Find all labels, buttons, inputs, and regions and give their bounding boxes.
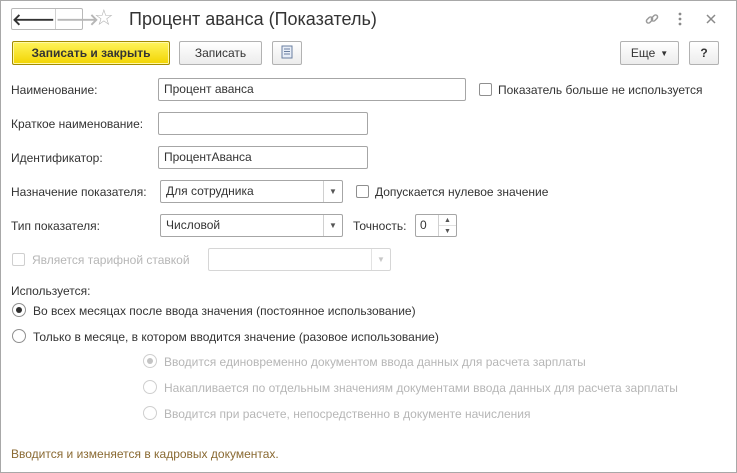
chevron-up-icon[interactable]: ▲ [439, 215, 456, 226]
unused-checkbox-label: Показатель больше не используется [498, 83, 703, 97]
input-once-radio[interactable] [143, 354, 157, 368]
type-value: Числовой [166, 218, 221, 232]
help-button[interactable]: ? [689, 41, 719, 65]
short-name-label: Краткое наименование: [11, 117, 144, 131]
more-menu-button[interactable]: Еще ▼ [620, 41, 679, 65]
precision-stepper[interactable]: 0 ▲ ▼ [415, 214, 457, 237]
usage-onetime-label: Только в месяце, в котором вводится знач… [33, 330, 439, 344]
footer-note: Вводится и изменяется в кадровых докумен… [11, 447, 279, 461]
input-once-label: Вводится единовременно документом ввода … [164, 355, 586, 369]
document-list-icon [281, 45, 293, 62]
precision-value: 0 [420, 218, 427, 232]
tariff-rate-checkbox[interactable] [12, 253, 25, 266]
type-label: Тип показателя: [11, 219, 100, 233]
more-menu-label: Еще [630, 46, 656, 60]
chevron-down-icon[interactable]: ▼ [371, 249, 390, 270]
zero-allowed-checkbox[interactable] [356, 185, 369, 198]
forward-arrow-icon[interactable]: 🡒 [56, 9, 99, 29]
usage-onetime-radio[interactable] [12, 329, 26, 343]
back-arrow-icon[interactable]: 🡐 [12, 9, 56, 29]
save-button[interactable]: Записать [179, 41, 262, 65]
link-icon[interactable] [641, 8, 663, 30]
unused-checkbox[interactable] [479, 83, 492, 96]
name-label: Наименование: [11, 83, 98, 97]
purpose-label: Назначение показателя: [11, 185, 147, 199]
tariff-rate-select[interactable]: ▼ [208, 248, 391, 271]
chevron-down-icon[interactable]: ▼ [323, 181, 342, 202]
window-title: Процент аванса (Показатель) [129, 9, 377, 29]
on-calculation-radio[interactable] [143, 406, 157, 420]
more-vertical-icon[interactable] [669, 8, 691, 30]
stepper-arrows: ▲ ▼ [438, 215, 456, 236]
usage-label: Используется: [11, 284, 91, 298]
purpose-value: Для сотрудника [166, 184, 254, 198]
tariff-rate-label: Является тарифной ставкой [32, 253, 190, 267]
usage-permanent-radio[interactable] [12, 303, 26, 317]
accumulated-radio[interactable] [143, 380, 157, 394]
purpose-select[interactable]: Для сотрудника ▼ [160, 180, 343, 203]
precision-label: Точность: [353, 219, 407, 233]
name-field[interactable]: Процент аванса [158, 78, 466, 101]
save-and-close-button[interactable]: Записать и закрыть [12, 41, 170, 65]
zero-allowed-label: Допускается нулевое значение [375, 185, 549, 199]
close-icon[interactable] [700, 8, 722, 30]
tariff-rate-value [209, 249, 371, 270]
chevron-down-icon[interactable]: ▼ [439, 226, 456, 236]
on-calculation-label: Вводится при расчете, непосредственно в … [164, 407, 531, 421]
report-button[interactable] [272, 41, 302, 65]
indicator-form-window: 🡐 🡒 ☆ Процент аванса (Показатель) Записа… [0, 0, 737, 473]
chevron-down-icon[interactable]: ▼ [323, 215, 342, 236]
accumulated-label: Накапливается по отдельным значениям док… [164, 381, 678, 395]
navigation-group: 🡐 🡒 [11, 8, 99, 30]
identifier-field[interactable]: ПроцентАванса [158, 146, 368, 169]
type-select[interactable]: Числовой ▼ [160, 214, 343, 237]
identifier-label: Идентификатор: [11, 151, 103, 165]
star-icon[interactable]: ☆ [94, 4, 114, 32]
chevron-down-icon: ▼ [660, 48, 669, 58]
usage-permanent-label: Во всех месяцах после ввода значения (по… [33, 304, 416, 318]
short-name-field[interactable] [158, 112, 368, 135]
